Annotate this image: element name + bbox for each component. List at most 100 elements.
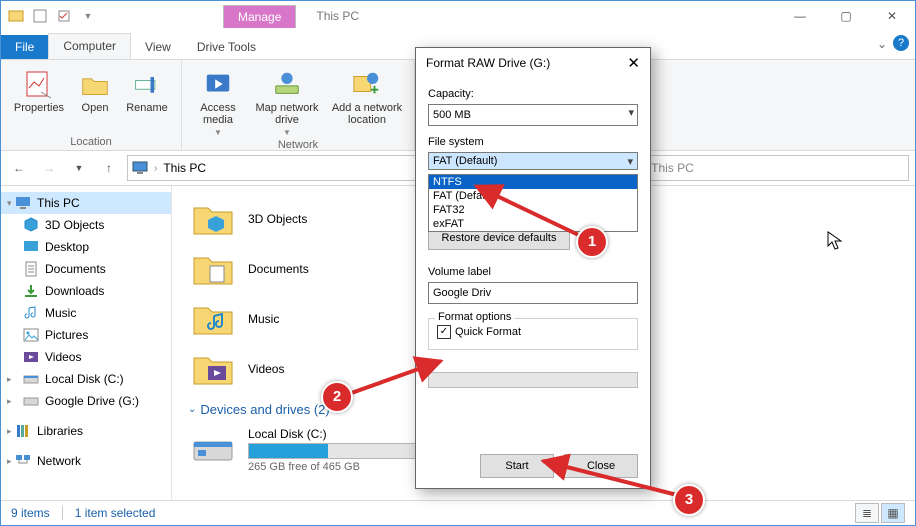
add-network-button[interactable]: Add a network location — [328, 64, 406, 126]
recent-locations-button[interactable]: ▼ — [67, 156, 91, 180]
devices-header-label: Devices and drives (2) — [200, 402, 329, 417]
chevron-down-icon: ▾ — [627, 155, 633, 168]
tree-videos[interactable]: Videos — [1, 346, 171, 368]
ribbon-group-location: Properties Open Rename Location — [1, 60, 182, 150]
rename-button[interactable]: Rename — [121, 64, 173, 114]
tree-documents[interactable]: Documents — [1, 258, 171, 280]
access-media-label: Access media — [190, 102, 246, 126]
window-controls: — ▢ ✕ — [777, 1, 915, 31]
tree-network[interactable]: ▸Network — [1, 450, 171, 472]
tab-file[interactable]: File — [1, 35, 48, 59]
tab-computer[interactable]: Computer — [48, 33, 131, 59]
status-bar: 9 items 1 item selected ≣ ▦ — [1, 500, 915, 525]
volume-label-caption: Volume label — [428, 266, 638, 278]
filesystem-option-fat32[interactable]: FAT32 — [429, 203, 637, 217]
open-button[interactable]: Open — [73, 64, 117, 114]
tree-label: 3D Objects — [45, 218, 104, 232]
group-label: Network — [190, 137, 406, 151]
filesystem-label: File system — [428, 136, 638, 148]
tree-label: This PC — [37, 196, 80, 210]
tree-label: Music — [45, 306, 76, 320]
back-button[interactable]: ← — [7, 156, 31, 180]
pc-icon — [132, 160, 148, 176]
group-label: Location — [9, 134, 173, 148]
window-title: This PC — [316, 9, 359, 23]
access-media-button[interactable]: Access media▼ — [190, 64, 246, 137]
view-tiles-button[interactable]: ▦ — [881, 503, 905, 523]
tab-view[interactable]: View — [131, 35, 185, 59]
tree-label: Pictures — [45, 328, 88, 342]
filesystem-select[interactable]: FAT (Default) ▾ NTFS FAT (Default) FAT32… — [428, 152, 638, 170]
properties-label: Properties — [14, 102, 64, 114]
explorer-window: ▼ Manage This PC — ▢ ✕ File Computer Vie… — [0, 0, 916, 526]
volume-label-input[interactable]: Google Driv — [428, 282, 638, 304]
tree-this-pc[interactable]: ▾This PC — [1, 192, 171, 214]
close-button[interactable]: ✕ — [869, 1, 915, 31]
filesystem-option-exfat[interactable]: exFAT — [429, 217, 637, 231]
format-dialog: Format RAW Drive (G:) ✕ Capacity: 500 MB… — [415, 47, 651, 489]
status-selected-count: 1 item selected — [75, 506, 156, 520]
tree-label: Documents — [45, 262, 106, 276]
properties-button[interactable]: Properties — [9, 64, 69, 114]
item-label: Videos — [248, 362, 284, 376]
minimize-button[interactable]: — — [777, 1, 823, 31]
rename-label: Rename — [126, 102, 168, 114]
filesystem-option-ntfs[interactable]: NTFS — [429, 175, 637, 189]
capacity-label: Capacity: — [428, 88, 638, 100]
close-button[interactable]: Close — [564, 454, 638, 478]
open-label: Open — [82, 102, 109, 114]
tree-pictures[interactable]: Pictures — [1, 324, 171, 346]
capacity-value: 500 MB — [433, 109, 471, 121]
tree-libraries[interactable]: ▸Libraries — [1, 420, 171, 442]
view-details-button[interactable]: ≣ — [855, 503, 879, 523]
navigation-tree: ▾This PC 3D Objects Desktop Documents Do… — [1, 186, 172, 504]
tree-desktop[interactable]: Desktop — [1, 236, 171, 258]
qat-item[interactable] — [29, 5, 51, 27]
map-network-button[interactable]: Map network drive▼ — [250, 64, 324, 137]
tree-music[interactable]: Music — [1, 302, 171, 324]
tree-label: Google Drive (G:) — [45, 394, 139, 408]
tree-downloads[interactable]: Downloads — [1, 280, 171, 302]
quick-access-toolbar: ▼ — [1, 5, 103, 27]
map-network-label: Map network drive — [250, 102, 324, 126]
item-label: Documents — [248, 262, 309, 276]
help-icon[interactable]: ? — [893, 35, 909, 51]
quick-format-checkbox[interactable]: ✓ Quick Format — [437, 325, 629, 339]
capacity-select[interactable]: 500 MB — [428, 104, 638, 126]
filesystem-option-fat[interactable]: FAT (Default) — [429, 189, 637, 203]
dialog-close-button[interactable]: ✕ — [627, 54, 640, 72]
tree-local-disk[interactable]: ▸Local Disk (C:) — [1, 368, 171, 390]
format-options-caption: Format options — [435, 311, 514, 323]
qat-item[interactable] — [53, 5, 75, 27]
tree-label: Libraries — [37, 424, 83, 438]
manage-tab-header: Manage — [223, 5, 296, 28]
format-options-group: Format options ✓ Quick Format — [428, 318, 638, 350]
filesystem-dropdown: NTFS FAT (Default) FAT32 exFAT — [428, 174, 638, 232]
start-button[interactable]: Start — [480, 454, 554, 478]
volume-label-value: Google Driv — [433, 287, 491, 299]
dialog-title: Format RAW Drive (G:) — [426, 56, 550, 70]
tree-3d-objects[interactable]: 3D Objects — [1, 214, 171, 236]
up-button[interactable]: ↑ — [97, 156, 121, 180]
ribbon-group-network: Access media▼ Map network drive▼ Add a n… — [182, 60, 415, 150]
tab-drive-tools[interactable]: Drive Tools — [185, 35, 268, 59]
tree-label: Network — [37, 454, 81, 468]
tree-label: Downloads — [45, 284, 104, 298]
drive-capacity-bar — [248, 443, 430, 459]
address-segment[interactable]: This PC — [163, 161, 206, 175]
app-icon — [5, 5, 27, 27]
forward-button[interactable]: → — [37, 156, 61, 180]
titlebar: ▼ Manage This PC — ▢ ✕ — [1, 1, 915, 31]
qat-dropdown[interactable]: ▼ — [77, 5, 99, 27]
maximize-button[interactable]: ▢ — [823, 1, 869, 31]
format-progress-bar — [428, 372, 638, 388]
dialog-titlebar: Format RAW Drive (G:) ✕ — [416, 48, 650, 78]
add-network-label: Add a network location — [328, 102, 406, 126]
item-label: 3D Objects — [248, 212, 307, 226]
ribbon-collapse-icon[interactable]: ⌄ — [877, 37, 887, 51]
filesystem-selected: FAT (Default) — [429, 153, 637, 169]
quick-format-label: Quick Format — [455, 326, 521, 338]
checkbox-icon: ✓ — [437, 325, 451, 339]
tree-google-drive[interactable]: ▸Google Drive (G:) — [1, 390, 171, 412]
tree-label: Videos — [45, 350, 81, 364]
